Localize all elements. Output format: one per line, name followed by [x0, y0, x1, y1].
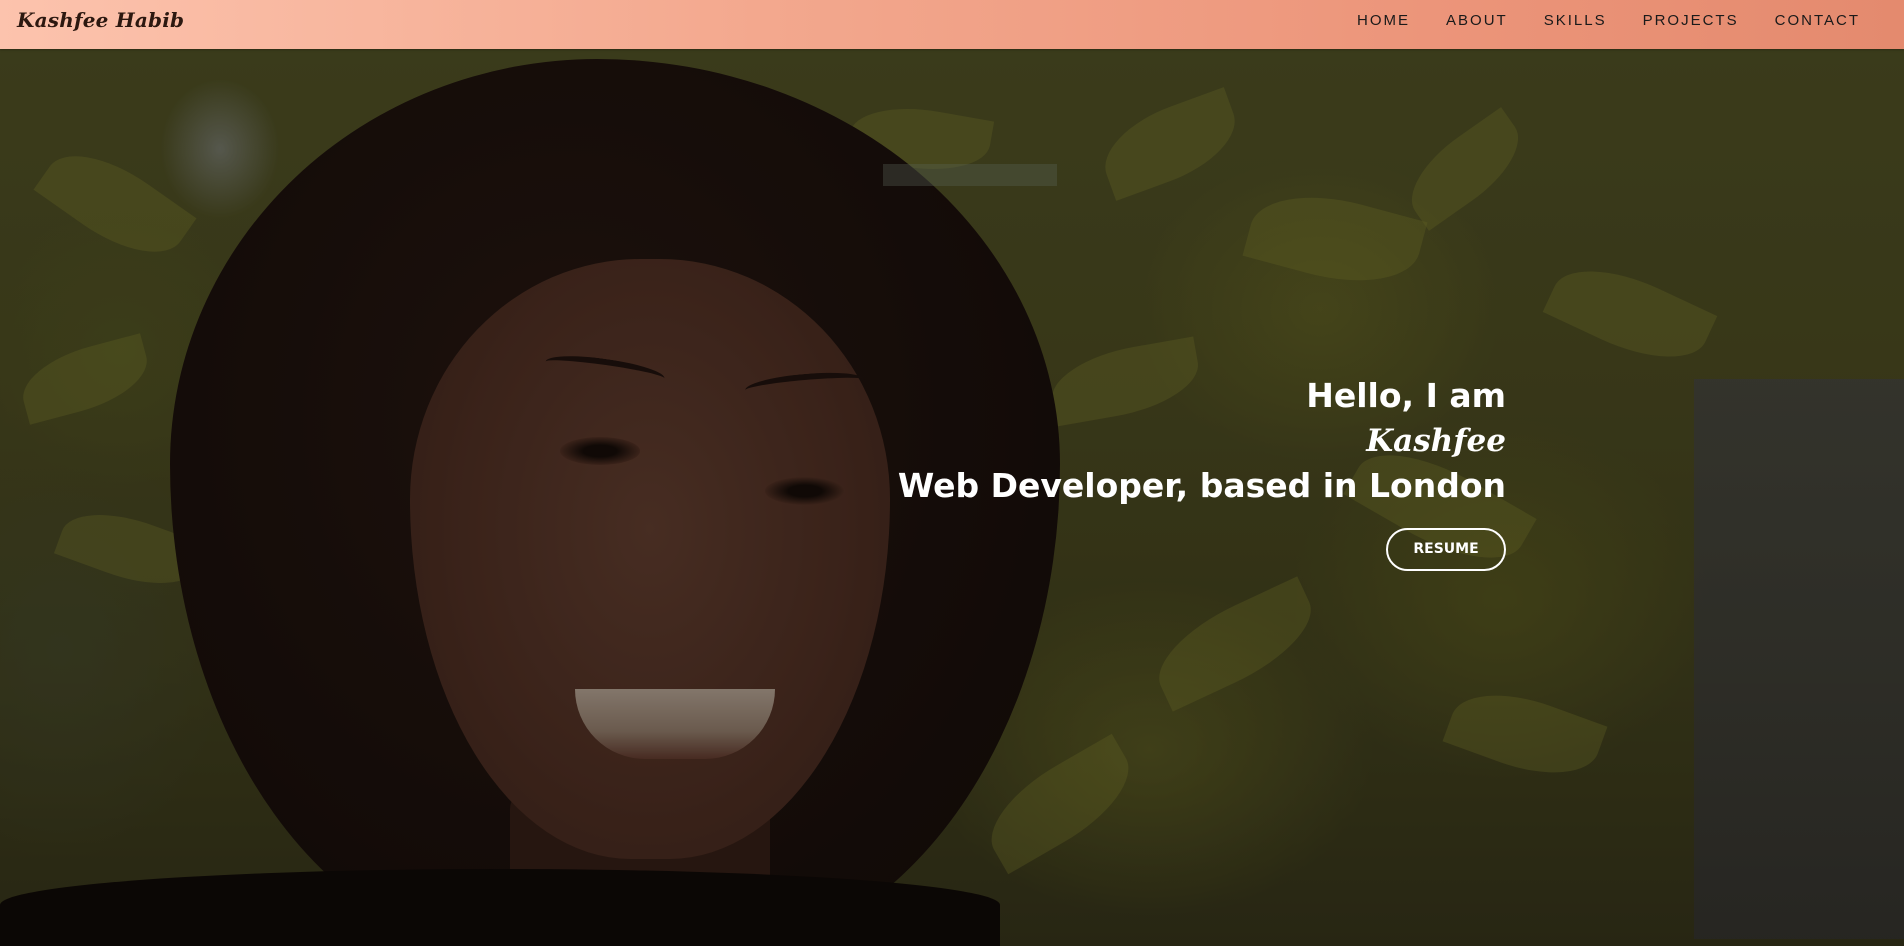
- page: Kashfee Habib HOME ABOUT SKILLS PROJECTS…: [0, 0, 1904, 946]
- hero-greeting: Hello, I am: [1306, 376, 1506, 415]
- navbar: Kashfee Habib HOME ABOUT SKILLS PROJECTS…: [0, 0, 1904, 49]
- nav-link-skills[interactable]: SKILLS: [1544, 12, 1607, 29]
- nav-link-about[interactable]: ABOUT: [1446, 12, 1508, 29]
- hero-tagline: Web Developer, based in London: [897, 466, 1506, 505]
- resume-button[interactable]: RESUME: [1386, 528, 1506, 571]
- nav-link-projects[interactable]: PROJECTS: [1643, 12, 1739, 29]
- hero-text: Hello, I am Kashfee Web Developer, based…: [898, 374, 1506, 571]
- nav-links: HOME ABOUT SKILLS PROJECTS CONTACT: [1321, 0, 1860, 40]
- nav-link-home[interactable]: HOME: [1357, 12, 1410, 29]
- nav-link-contact[interactable]: CONTACT: [1775, 12, 1860, 29]
- watermark: [883, 164, 1057, 186]
- brand-logo[interactable]: Kashfee Habib: [17, 8, 184, 32]
- hero-name: Kashfee: [1366, 423, 1506, 459]
